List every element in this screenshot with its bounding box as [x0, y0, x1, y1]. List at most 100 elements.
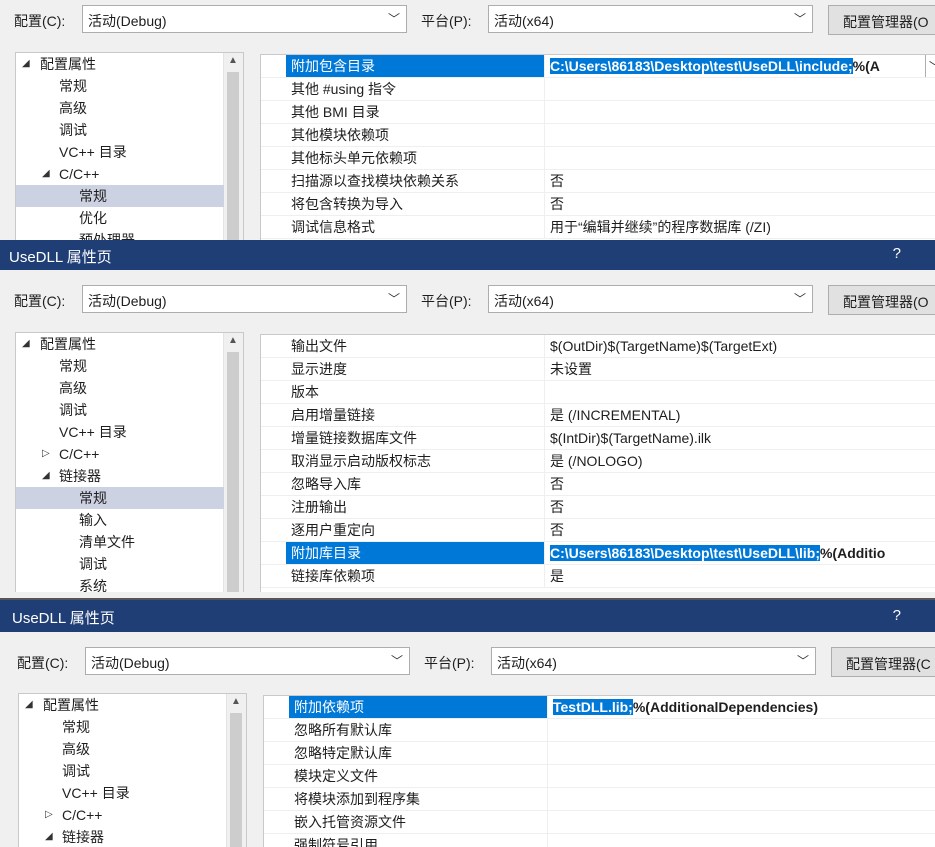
config-manager-button[interactable]: 配置管理器(O — [828, 5, 935, 35]
property-value[interactable] — [544, 101, 935, 123]
tree-item[interactable]: ◢ 配置属性 — [16, 333, 224, 355]
property-row[interactable]: 注册输出 否 — [261, 496, 935, 519]
tree-scrollbar[interactable]: ▲ — [223, 53, 243, 240]
property-row[interactable]: 显示进度 未设置 — [261, 358, 935, 381]
scroll-up-icon[interactable]: ▲ — [228, 55, 238, 66]
property-row[interactable]: 忽略特定默认库 — [264, 742, 935, 765]
collapsed-arrow-icon[interactable]: ▷ — [45, 804, 53, 826]
property-value[interactable]: $(IntDir)$(TargetName).ilk — [544, 427, 935, 449]
tree-item[interactable]: 高级 — [19, 738, 227, 760]
property-row[interactable]: 输出文件 $(OutDir)$(TargetName)$(TargetExt) — [261, 335, 935, 358]
tree-item[interactable]: 高级 — [16, 377, 224, 399]
tree-item[interactable]: 常规 — [16, 355, 224, 377]
help-button[interactable]: ? — [893, 607, 901, 624]
property-row[interactable]: 附加依赖项 TestDLL.lib;%(AdditionalDependencie… — [264, 696, 935, 719]
expanded-arrow-icon[interactable]: ◢ — [22, 53, 30, 75]
property-value[interactable]: 是 — [544, 565, 935, 587]
property-value[interactable]: 未设置 — [544, 358, 935, 380]
property-value[interactable]: C:\Users\86183\Desktop\test\UseDLL\inclu… — [544, 55, 935, 77]
tree-item[interactable]: ▷ C/C++ — [16, 443, 224, 465]
scroll-up-icon[interactable]: ▲ — [231, 696, 241, 707]
property-value[interactable]: 否 — [544, 193, 935, 215]
property-row[interactable]: 将模块添加到程序集 — [264, 788, 935, 811]
tree-item[interactable]: ◢ 配置属性 — [19, 694, 227, 716]
config-manager-button[interactable]: 配置管理器(C — [831, 647, 935, 677]
platform-combo[interactable]: 活动(x64) ﹀ — [488, 285, 813, 313]
property-value[interactable]: 是 (/NOLOGO) — [544, 450, 935, 472]
tree-item[interactable]: 输入 — [16, 509, 224, 531]
tree-item[interactable]: 常规 — [19, 716, 227, 738]
tree-scrollbar[interactable]: ▲ — [226, 694, 246, 847]
tree-item[interactable]: 调试 — [19, 760, 227, 782]
property-row[interactable]: 其他 BMI 目录 — [261, 101, 935, 124]
tree-item[interactable]: 优化 — [16, 207, 224, 229]
tree-item[interactable]: ◢ 链接器 — [19, 826, 227, 847]
property-row[interactable]: 逐用户重定向 否 — [261, 519, 935, 542]
property-value[interactable] — [544, 381, 935, 403]
property-row[interactable]: 附加库目录 C:\Users\86183\Desktop\test\UseDLL\… — [261, 542, 935, 565]
tree-item[interactable]: VC++ 目录 — [16, 421, 224, 443]
config-manager-button[interactable]: 配置管理器(O — [828, 285, 935, 315]
property-value[interactable] — [547, 788, 935, 810]
expanded-arrow-icon[interactable]: ◢ — [42, 163, 50, 185]
help-button[interactable]: ? — [893, 245, 901, 262]
property-row[interactable]: 忽略所有默认库 — [264, 719, 935, 742]
scroll-up-icon[interactable]: ▲ — [228, 335, 238, 346]
platform-combo[interactable]: 活动(x64) ﹀ — [488, 5, 813, 33]
collapsed-arrow-icon[interactable]: ▷ — [42, 443, 50, 465]
property-row[interactable]: 强制符号引用 — [264, 834, 935, 847]
property-value[interactable]: C:\Users\86183\Desktop\test\UseDLL\lib;%… — [544, 542, 935, 564]
scroll-thumb[interactable] — [227, 72, 239, 240]
property-value[interactable] — [547, 742, 935, 764]
property-row[interactable]: 忽略导入库 否 — [261, 473, 935, 496]
property-row[interactable]: 嵌入托管资源文件 — [264, 811, 935, 834]
property-value[interactable]: 否 — [544, 496, 935, 518]
tree-item[interactable]: 调试 — [16, 119, 224, 141]
property-value[interactable] — [547, 719, 935, 741]
scroll-thumb[interactable] — [227, 352, 239, 592]
property-value[interactable] — [547, 811, 935, 833]
property-value[interactable] — [547, 834, 935, 847]
property-row[interactable]: 调试信息格式 用于“编辑并继续”的程序数据库 (/ZI) — [261, 216, 935, 239]
property-value[interactable]: 否 — [544, 170, 935, 192]
property-value[interactable]: 否 — [544, 519, 935, 541]
tree-item[interactable]: 调试 — [16, 399, 224, 421]
tree-item[interactable]: 调试 — [16, 553, 224, 575]
property-row[interactable]: 其他模块依赖项 — [261, 124, 935, 147]
tree-item[interactable]: 常规 — [16, 487, 224, 509]
property-value[interactable]: 用于“编辑并继续”的程序数据库 (/ZI) — [544, 216, 935, 238]
tree-item[interactable]: 系统 — [16, 575, 224, 592]
property-row[interactable]: 链接库依赖项 是 — [261, 565, 935, 588]
tree-item[interactable]: ▷ C/C++ — [19, 804, 227, 826]
config-combo[interactable]: 活动(Debug) ﹀ — [82, 5, 407, 33]
expanded-arrow-icon[interactable]: ◢ — [42, 465, 50, 487]
property-value[interactable] — [544, 147, 935, 169]
property-row[interactable]: 增量链接数据库文件 $(IntDir)$(TargetName).ilk — [261, 427, 935, 450]
platform-combo[interactable]: 活动(x64) ﹀ — [491, 647, 816, 675]
tree-item[interactable]: 高级 — [16, 97, 224, 119]
tree-item[interactable]: 清单文件 — [16, 531, 224, 553]
property-row[interactable]: 模块定义文件 — [264, 765, 935, 788]
tree-item[interactable]: 预处理器 — [16, 229, 224, 240]
tree-item[interactable]: 常规 — [16, 185, 224, 207]
config-combo[interactable]: 活动(Debug) ﹀ — [82, 285, 407, 313]
property-value[interactable] — [544, 78, 935, 100]
property-row[interactable]: 版本 — [261, 381, 935, 404]
expanded-arrow-icon[interactable]: ◢ — [25, 694, 33, 716]
property-row[interactable]: 将包含转换为导入 否 — [261, 193, 935, 216]
scroll-thumb[interactable] — [230, 713, 242, 847]
property-row[interactable]: 其他 #using 指令 — [261, 78, 935, 101]
tree-item[interactable]: ◢ C/C++ — [16, 163, 224, 185]
tree-item[interactable]: ◢ 链接器 — [16, 465, 224, 487]
expanded-arrow-icon[interactable]: ◢ — [22, 333, 30, 355]
property-value[interactable] — [544, 124, 935, 146]
property-row[interactable]: 取消显示启动版权标志 是 (/NOLOGO) — [261, 450, 935, 473]
property-row[interactable]: 启用增量链接 是 (/INCREMENTAL) — [261, 404, 935, 427]
tree-item[interactable]: VC++ 目录 — [16, 141, 224, 163]
value-dropdown-button[interactable]: ﹀ — [925, 55, 935, 77]
tree-scrollbar[interactable]: ▲ — [223, 333, 243, 592]
property-value[interactable]: TestDLL.lib;%(AdditionalDependencies) — [547, 696, 935, 718]
tree-item[interactable]: VC++ 目录 — [19, 782, 227, 804]
property-value[interactable]: $(OutDir)$(TargetName)$(TargetExt) — [544, 335, 935, 357]
property-value[interactable] — [547, 765, 935, 787]
